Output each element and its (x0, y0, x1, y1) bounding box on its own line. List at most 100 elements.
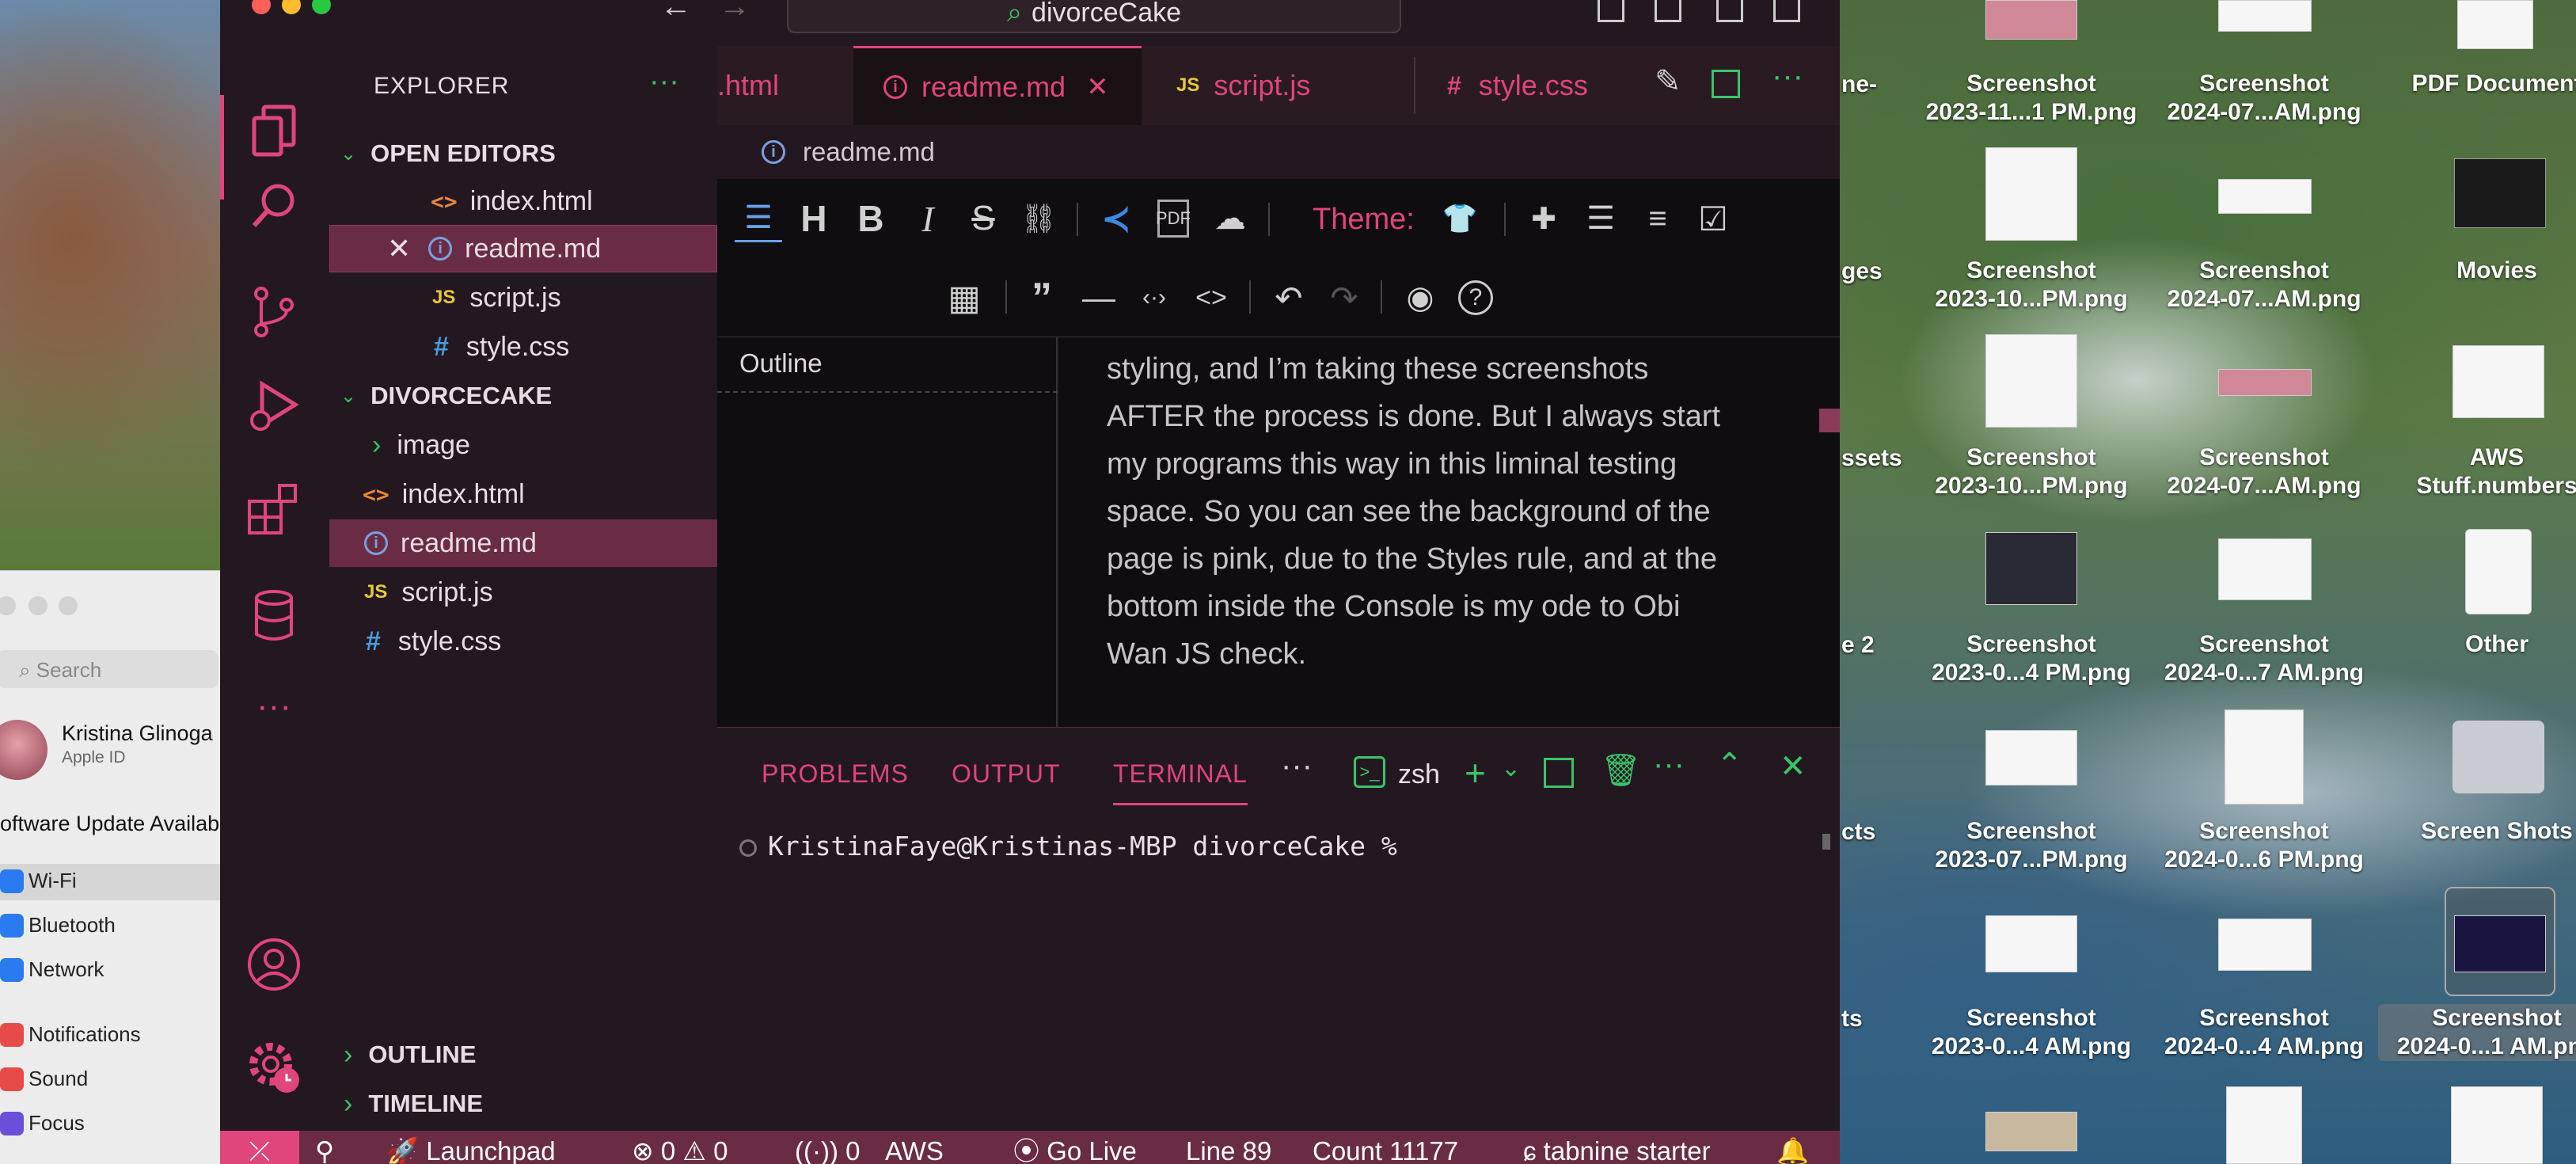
zoom-dot[interactable] (312, 0, 331, 14)
desktop-file[interactable]: Screenshot 2024-0...7 AM.png (2145, 630, 2383, 687)
desktop-file[interactable]: Screenshot 2023-0...4 PM.png (1913, 630, 2150, 687)
window-zoom-dot[interactable] (59, 596, 78, 615)
explorer-icon[interactable] (244, 101, 304, 162)
desktop-file[interactable]: PDF Document (2378, 70, 2576, 98)
open-editor-item[interactable]: <> index.html (329, 177, 717, 225)
new-terminal-plus-icon[interactable]: + (1465, 751, 1486, 794)
toggle-secondary-sidebar-icon[interactable] (1716, 0, 1743, 22)
file-thumbnail[interactable] (2218, 0, 2312, 32)
avatar[interactable] (0, 720, 47, 780)
file-thumbnail[interactable] (1985, 532, 2077, 605)
numbers-file-icon[interactable] (2453, 345, 2544, 418)
file-thumbnail[interactable] (1985, 147, 2077, 241)
file-thumbnail[interactable] (1985, 915, 2077, 972)
account-icon[interactable] (244, 934, 304, 995)
numbered-list-icon[interactable]: ≡ (1634, 195, 1681, 242)
help-icon[interactable]: ? (1458, 280, 1493, 315)
desktop-file[interactable]: Screenshot 2023-07...PM.png (1913, 817, 2150, 874)
code-inline-icon[interactable]: ‹·› (1130, 274, 1178, 321)
movies-folder-icon[interactable] (2454, 158, 2546, 228)
ports-item[interactable]: ((·)) 0 (795, 1131, 860, 1164)
tab-problems[interactable]: PROBLEMS (762, 759, 909, 789)
panel-more-icon[interactable]: ··· (1281, 748, 1313, 784)
more-icon[interactable]: ··· (244, 676, 304, 736)
pdf-export-icon[interactable]: PDF (1156, 200, 1191, 238)
back-arrow-icon[interactable]: ← (660, 0, 692, 25)
toggle-sidebar-icon[interactable] (1598, 0, 1624, 22)
tab-style-css[interactable]: # style.css (1415, 46, 1605, 125)
file-thumbnail[interactable] (1985, 0, 2077, 40)
desktop-file[interactable]: Screenshot 2024-07...AM.png (2145, 257, 2383, 314)
desktop-file[interactable]: Screenshot 2023-10...PM.png (1913, 443, 2150, 500)
search-icon[interactable] (244, 176, 304, 236)
close-dot[interactable] (252, 0, 271, 14)
trash-icon[interactable]: 🗑 (1601, 751, 1641, 789)
desktop-file[interactable]: Screenshot 2024-07...AM.png (2145, 443, 2383, 500)
source-control-icon[interactable] (244, 282, 304, 342)
file-thumbnail[interactable] (2225, 709, 2304, 805)
minimize-dot[interactable] (282, 0, 301, 14)
window-close-dot[interactable] (0, 596, 16, 615)
sysprefs-search-input[interactable]: ⌕ Search (0, 650, 218, 688)
terminal-more-icon[interactable]: ··· (1653, 747, 1685, 782)
desktop-file-selected[interactable]: Screenshot2024-0...1 AM.png (2378, 1004, 2576, 1061)
markdown-content[interactable]: styling, and I’m taking these screenshot… (1059, 337, 1840, 727)
edit-pencil-icon[interactable]: ✎ (1655, 63, 1681, 100)
chevron-down-icon[interactable]: ⌄ (1501, 755, 1521, 782)
file-thumbnail[interactable] (2218, 538, 2312, 600)
desktop-file[interactable]: Screenshot 2024-0...6 PM.png (2145, 817, 2383, 874)
undo-icon[interactable]: ↶ (1265, 274, 1313, 321)
table-icon[interactable]: ▦ (940, 274, 988, 321)
link-icon[interactable]: ⛓ (1015, 195, 1062, 242)
desktop-file[interactable]: Other (2378, 630, 2576, 659)
folder-icon[interactable] (2453, 721, 2544, 793)
toggle-panel-icon[interactable] (1655, 0, 1681, 22)
line-indicator[interactable]: Line 89 (1186, 1131, 1271, 1164)
run-debug-icon[interactable] (244, 377, 304, 437)
file-thumbnail[interactable] (2451, 1086, 2543, 1164)
views-more-icon[interactable]: ··· (649, 65, 679, 99)
outline-section-header[interactable]: › OUTLINE (329, 1031, 717, 1078)
open-editor-item[interactable]: # style.css (329, 323, 717, 371)
code-block-icon[interactable]: <> (1187, 274, 1235, 321)
file-item-selected[interactable]: i readme.md (329, 519, 717, 567)
tabnine-item[interactable]: ɕ tabnine starter (1523, 1131, 1711, 1164)
open-editors-header[interactable]: ⌄ OPEN EDITORS (329, 130, 717, 177)
file-item[interactable]: JS script.js (329, 569, 717, 616)
desktop-folder[interactable]: Movies (2378, 257, 2576, 285)
editor-more-icon[interactable]: ··· (1772, 59, 1803, 94)
open-editor-item-active[interactable]: ✕ i readme.md (329, 225, 717, 272)
desktop-file[interactable]: AWS Stuff.numbers (2378, 443, 2576, 500)
maximize-panel-icon[interactable]: ⌃ (1716, 747, 1743, 783)
breadcrumb[interactable]: i readme.md (717, 125, 1840, 179)
checkbox-icon[interactable]: ☑ (1689, 195, 1737, 242)
software-update-notice[interactable]: oftware Update Availab (0, 812, 219, 836)
project-folder-header[interactable]: ⌄ DIVORCECAKE (329, 372, 717, 420)
word-count[interactable]: Count 11177 (1313, 1131, 1458, 1164)
terminal-shell-label[interactable]: zsh (1398, 759, 1440, 790)
window-minimize-dot[interactable] (28, 596, 47, 615)
aws-item[interactable]: AWS (885, 1131, 944, 1164)
file-thumbnail[interactable] (1985, 334, 2077, 428)
tab-output[interactable]: OUTPUT (952, 759, 1061, 789)
desktop-file[interactable]: Screenshot 2023-0...4 AM.png (1913, 1004, 2150, 1061)
preview-eye-icon[interactable]: ◉ (1396, 274, 1444, 321)
zip-file-icon[interactable] (2465, 529, 2532, 614)
desktop-folder[interactable]: Screen Shots (2378, 817, 2576, 846)
tab-readme-md[interactable]: i readme.md ✕ (853, 46, 1142, 125)
file-thumbnail[interactable] (1985, 730, 2077, 786)
file-thumbnail[interactable] (2218, 369, 2312, 396)
customize-layout-icon[interactable] (1773, 0, 1800, 22)
file-thumbnail[interactable] (2226, 1086, 2302, 1164)
split-editor-icon[interactable] (1712, 70, 1740, 98)
heading-icon[interactable]: H (790, 195, 838, 242)
go-live-item[interactable]: ⦿ Go Live (1013, 1131, 1137, 1164)
terminal-scrollbar[interactable] (1822, 834, 1830, 850)
horizontal-rule-icon[interactable]: — (1075, 274, 1123, 321)
align-center-icon[interactable]: ☰ (735, 195, 782, 242)
magic-wand-icon[interactable]: ✚ (1520, 195, 1567, 242)
desktop-file[interactable]: Screenshot 2023-10...PM.png (1913, 257, 2150, 314)
close-icon[interactable]: ✕ (387, 232, 411, 265)
tab-script-js[interactable]: JS script.js (1143, 46, 1412, 125)
open-editor-item[interactable]: JS script.js (329, 274, 717, 321)
